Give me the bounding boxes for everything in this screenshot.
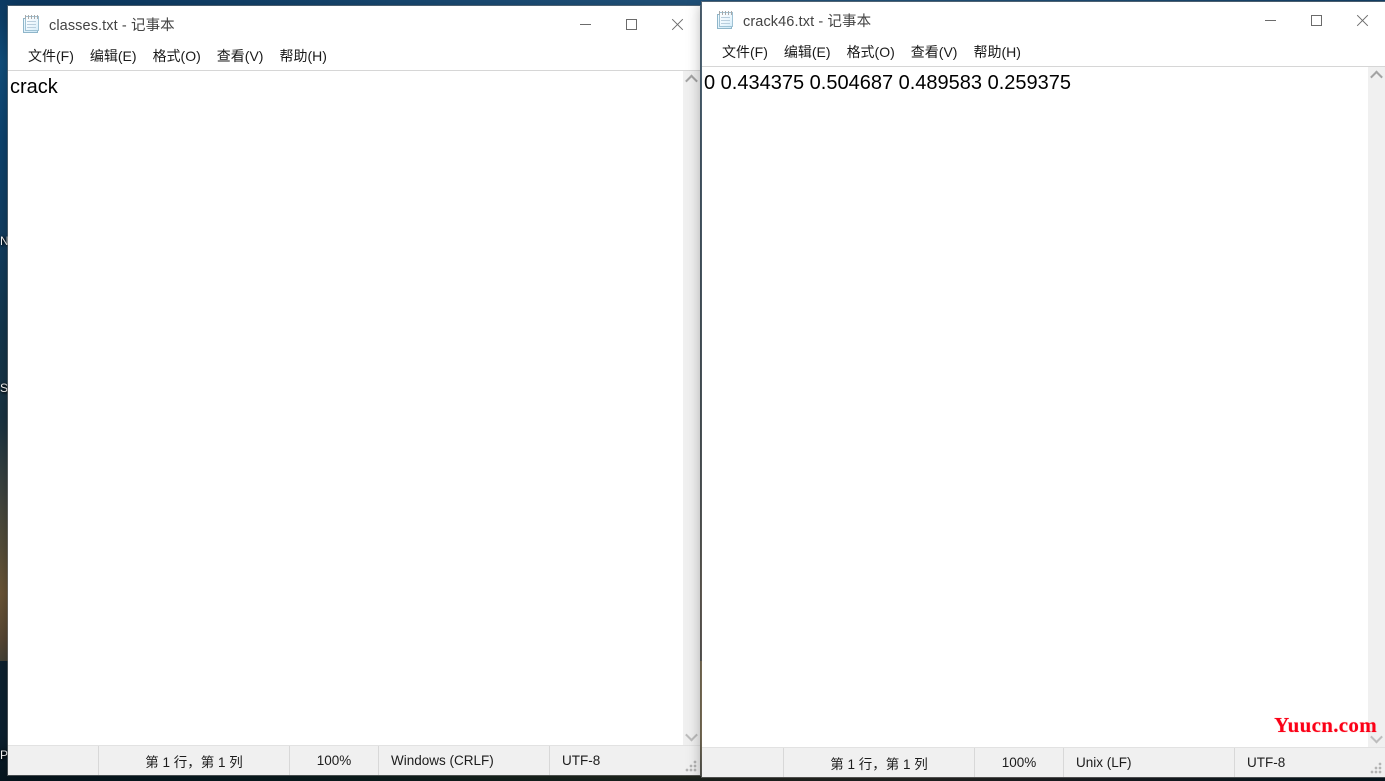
title-left-group: classes.txt - 记事本 — [8, 14, 175, 35]
close-icon — [1355, 14, 1369, 28]
statusbar: 第 1 行，第 1 列 100% Windows (CRLF) UTF-8 — [8, 745, 700, 775]
minimize-button[interactable] — [562, 6, 608, 43]
notepad-window-crack46[interactable]: crack46.txt - 记事本 文件(F) 编辑(E) 格式(O) 查看(V… — [702, 2, 1385, 777]
notepad-icon — [716, 11, 734, 30]
statusbar: 第 1 行，第 1 列 100% Unix (LF) UTF-8 — [702, 747, 1385, 777]
vertical-scrollbar[interactable] — [682, 71, 700, 745]
maximize-icon — [1310, 15, 1322, 26]
menu-file[interactable]: 文件(F) — [20, 44, 82, 68]
document-area: 0 0.434375 0.504687 0.489583 0.259375 — [702, 66, 1385, 747]
status-zoom: 100% — [289, 746, 378, 775]
resize-grip-icon[interactable] — [1369, 761, 1383, 775]
status-zoom: 100% — [974, 748, 1063, 777]
window-title: classes.txt - 记事本 — [49, 18, 175, 34]
minimize-icon — [1264, 20, 1276, 21]
notepad-window-classes[interactable]: classes.txt - 记事本 文件(F) 编辑(E) 格式(O) 查看(V… — [8, 6, 700, 775]
titlebar[interactable]: crack46.txt - 记事本 — [702, 2, 1385, 39]
menubar: 文件(F) 编辑(E) 格式(O) 查看(V) 帮助(H) — [8, 43, 700, 70]
window-title: crack46.txt - 记事本 — [743, 14, 872, 30]
title-left-group: crack46.txt - 记事本 — [702, 10, 871, 31]
window-controls — [562, 6, 700, 43]
close-button[interactable] — [654, 6, 700, 43]
document-area: crack — [8, 70, 700, 745]
menu-file[interactable]: 文件(F) — [714, 40, 776, 64]
menu-view[interactable]: 查看(V) — [209, 44, 272, 68]
desktop-icon-label-3: P — [0, 748, 9, 762]
chevron-up-icon[interactable] — [1368, 67, 1385, 84]
menu-help[interactable]: 帮助(H) — [965, 40, 1028, 64]
minimize-icon — [579, 24, 591, 25]
status-line-ending: Unix (LF) — [1063, 748, 1234, 777]
menu-edit[interactable]: 编辑(E) — [82, 44, 145, 68]
notepad-icon — [22, 15, 40, 34]
status-encoding: UTF-8 — [1234, 748, 1369, 777]
vertical-scrollbar[interactable] — [1367, 67, 1385, 747]
text-editor[interactable]: crack — [8, 71, 682, 745]
menu-view[interactable]: 查看(V) — [903, 40, 966, 64]
text-editor[interactable]: 0 0.434375 0.504687 0.489583 0.259375 — [702, 67, 1367, 747]
chevron-up-icon[interactable] — [683, 71, 700, 88]
window-controls — [1247, 2, 1385, 39]
status-cursor-position: 第 1 行，第 1 列 — [98, 746, 289, 775]
minimize-button[interactable] — [1247, 2, 1293, 39]
close-icon — [670, 18, 684, 32]
menu-edit[interactable]: 编辑(E) — [776, 40, 839, 64]
menu-format[interactable]: 格式(O) — [839, 40, 903, 64]
status-spacer — [8, 746, 98, 775]
chevron-down-icon[interactable] — [683, 728, 700, 745]
resize-grip-icon[interactable] — [684, 759, 698, 773]
maximize-icon — [625, 19, 637, 30]
status-cursor-position: 第 1 行，第 1 列 — [783, 748, 974, 777]
status-line-ending: Windows (CRLF) — [378, 746, 549, 775]
status-spacer — [702, 748, 783, 777]
menu-format[interactable]: 格式(O) — [145, 44, 209, 68]
site-watermark: Yuucn.com — [1274, 713, 1377, 737]
menu-help[interactable]: 帮助(H) — [271, 44, 334, 68]
menubar: 文件(F) 编辑(E) 格式(O) 查看(V) 帮助(H) — [702, 39, 1385, 66]
maximize-button[interactable] — [608, 6, 654, 43]
maximize-button[interactable] — [1293, 2, 1339, 39]
titlebar[interactable]: classes.txt - 记事本 — [8, 6, 700, 43]
close-button[interactable] — [1339, 2, 1385, 39]
status-encoding: UTF-8 — [549, 746, 684, 775]
